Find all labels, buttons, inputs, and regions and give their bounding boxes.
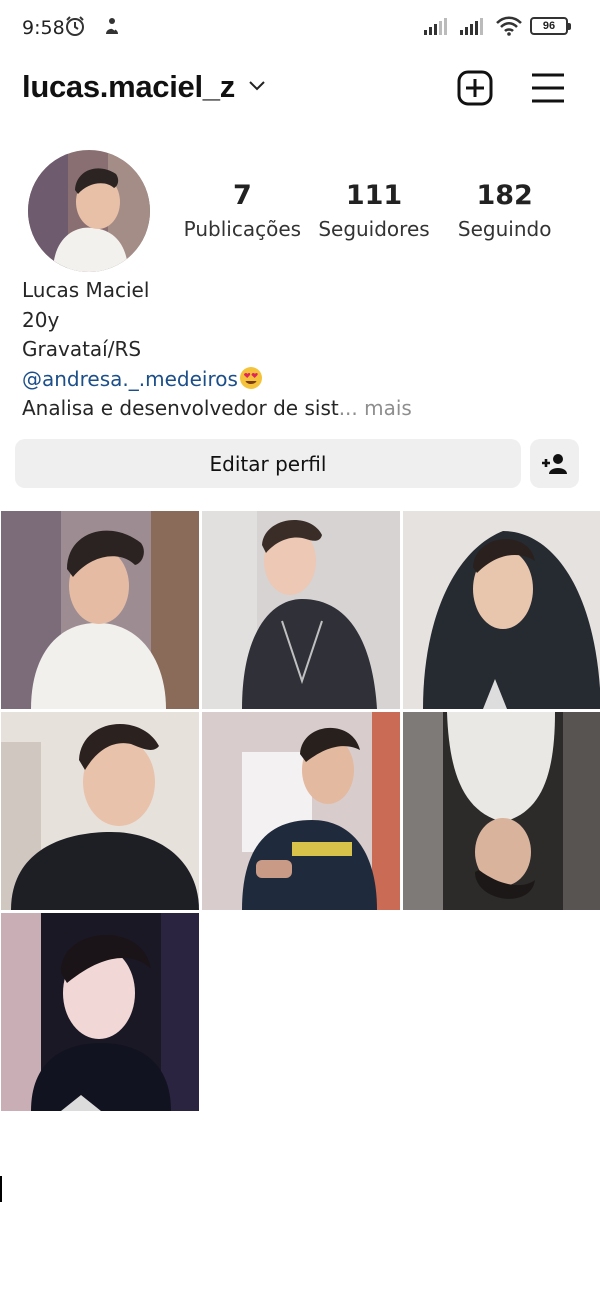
- stat-posts-label: Publicações: [183, 217, 302, 241]
- status-bar: 9:58 96: [0, 0, 600, 56]
- post-thumbnail-6[interactable]: [403, 712, 600, 910]
- status-right-icons: 96: [424, 16, 571, 36]
- profile-bio: Lucas Maciel 20y Gravataí/RS @andresa._.…: [22, 276, 412, 424]
- bio-description: Analisa e desenvolvedor de sist: [22, 396, 339, 420]
- stat-following[interactable]: 182 Seguindo: [441, 180, 568, 241]
- edge-marker: [0, 1176, 2, 1202]
- chevron-down-icon[interactable]: [248, 80, 266, 92]
- post-thumbnail-5[interactable]: [202, 712, 400, 910]
- wifi-icon: [496, 16, 522, 36]
- stat-followers-count: 111: [345, 180, 403, 211]
- alarm-icon: [66, 16, 84, 36]
- stat-following-label: Seguindo: [457, 217, 552, 241]
- post-thumbnail-4[interactable]: [1, 712, 199, 910]
- bio-full-name: Lucas Maciel: [22, 278, 150, 302]
- notification-icon: [106, 18, 118, 34]
- post-thumbnail-7[interactable]: [1, 913, 199, 1111]
- stat-followers-label: Seguidores: [318, 217, 430, 241]
- bio-more-link[interactable]: ... mais: [339, 396, 412, 420]
- bio-mention-link[interactable]: @andresa._.medeiros: [22, 367, 238, 391]
- profile-stats: 7 Publicações 111 Seguidores 182 Seguind…: [178, 180, 568, 241]
- stat-following-count: 182: [476, 180, 533, 211]
- menu-icon[interactable]: [531, 72, 565, 104]
- signal-icon-2: [460, 18, 483, 35]
- battery-level: 96: [542, 20, 556, 32]
- stat-posts-count: 7: [232, 180, 252, 211]
- edit-profile-button[interactable]: Editar perfil: [15, 439, 521, 488]
- username-switcher[interactable]: lucas.maciel_z: [22, 69, 235, 105]
- post-thumbnail-3[interactable]: [403, 511, 600, 709]
- discover-people-button[interactable]: [530, 439, 579, 488]
- stat-followers[interactable]: 111 Seguidores: [307, 180, 442, 241]
- bio-line-age: 20y: [22, 307, 60, 332]
- heart-eyes-emoji-icon: [239, 366, 262, 389]
- new-post-icon[interactable]: [457, 70, 493, 106]
- battery-icon: 96: [530, 17, 571, 35]
- post-thumbnail-1[interactable]: [1, 511, 199, 709]
- bio-mention-line: @andresa._.medeiros: [22, 365, 412, 395]
- stat-posts[interactable]: 7 Publicações: [178, 180, 307, 241]
- add-user-icon: [541, 453, 567, 474]
- profile-avatar[interactable]: [28, 150, 150, 272]
- profile-header: lucas.maciel_z: [0, 66, 600, 114]
- signal-icon: [424, 18, 447, 35]
- post-thumbnail-2[interactable]: [202, 511, 400, 709]
- status-time: 9:58: [22, 17, 65, 39]
- bio-line-location: Gravataí/RS: [22, 337, 142, 361]
- status-left-icons: [64, 15, 122, 37]
- bio-description-line: Analisa e desenvolvedor de sist... mais: [22, 394, 412, 424]
